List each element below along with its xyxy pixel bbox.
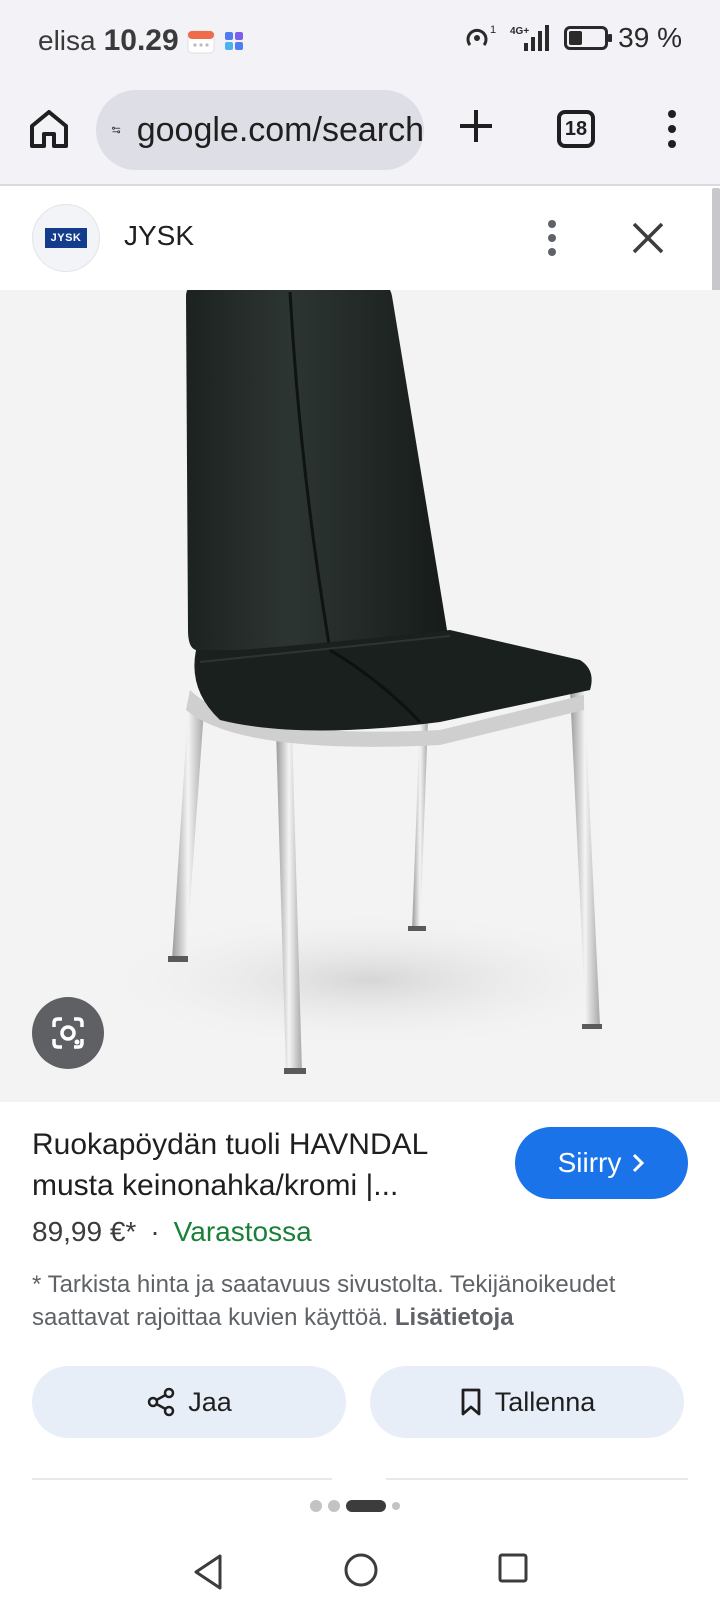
clock: 10.29 — [103, 24, 179, 57]
tab-switcher-button[interactable]: 18 — [557, 110, 595, 148]
back-icon[interactable] — [190, 1552, 226, 1592]
status-left: elisa 10.29 — [38, 24, 245, 58]
jysk-logo: JYSK — [45, 228, 87, 248]
battery-icon — [564, 26, 613, 50]
chevron-right-icon — [633, 1153, 645, 1173]
page-indicator — [310, 1500, 400, 1512]
page-dot — [392, 1502, 400, 1510]
close-icon[interactable] — [630, 220, 666, 256]
price-row: 89,99 €* · Varastossa — [32, 1216, 312, 1248]
disclaimer: * Tarkista hinta ja saatavuus sivustolta… — [32, 1268, 672, 1334]
save-button[interactable]: Tallenna — [370, 1366, 684, 1438]
browser-toolbar: google.com/search 18 — [0, 84, 720, 186]
home-icon[interactable] — [26, 106, 72, 152]
app-grid-icon — [224, 32, 243, 50]
lens-button[interactable] — [32, 997, 104, 1069]
hotspot-icon: 1 — [466, 24, 496, 46]
source-favicon[interactable]: JYSK — [32, 204, 100, 272]
url-text: google.com/search — [136, 110, 424, 149]
svg-text:4G+: 4G+ — [510, 26, 529, 37]
more-vert-icon[interactable] — [660, 106, 684, 152]
status-right: 1 4G+ 39 % — [460, 22, 682, 54]
more-vert-icon[interactable] — [542, 218, 562, 258]
system-nav-bar — [0, 1530, 720, 1610]
disclaimer-text: * Tarkista hinta ja saatavuus sivustolta… — [32, 1271, 616, 1331]
calendar-icon — [187, 30, 215, 54]
plus-icon[interactable] — [456, 106, 496, 146]
source-header: JYSK JYSK — [0, 188, 712, 290]
divider-right — [386, 1478, 688, 1480]
battery-percent: 39 % — [618, 22, 682, 53]
page-dot — [310, 1500, 322, 1512]
separator-dot: · — [150, 1216, 160, 1247]
share-button[interactable]: Jaa — [32, 1366, 346, 1438]
share-label: Jaa — [188, 1386, 232, 1417]
save-label: Tallenna — [494, 1386, 596, 1417]
chair-illustration — [90, 290, 720, 1102]
share-icon — [147, 1387, 175, 1417]
product-image[interactable] — [0, 290, 720, 1102]
home-circle-icon[interactable] — [343, 1552, 379, 1588]
signal-icon: 4G+ — [510, 25, 550, 51]
recent-apps-icon[interactable] — [497, 1552, 529, 1584]
more-info-link[interactable]: Lisätietoja — [395, 1304, 514, 1331]
status-bar: elisa 10.29 1 4G+ 39 % — [0, 0, 720, 84]
address-bar[interactable]: google.com/search — [96, 90, 424, 170]
site-settings-icon[interactable] — [112, 115, 121, 145]
price: 89,99 €* — [32, 1216, 137, 1247]
source-name[interactable]: JYSK — [124, 220, 194, 252]
page-dot — [328, 1500, 340, 1512]
availability: Varastossa — [173, 1216, 312, 1247]
bookmark-icon — [461, 1388, 481, 1416]
divider-left — [32, 1478, 332, 1480]
product-title[interactable]: Ruokapöydän tuoli HAVNDAL musta keinonah… — [32, 1124, 482, 1206]
svg-text:1: 1 — [490, 24, 496, 36]
visit-button[interactable]: Siirry — [515, 1127, 688, 1199]
page-dot-active — [346, 1500, 386, 1512]
google-lens-icon — [52, 1017, 84, 1049]
carrier-name: elisa — [38, 25, 96, 56]
visit-button-label: Siirry — [557, 1147, 622, 1178]
